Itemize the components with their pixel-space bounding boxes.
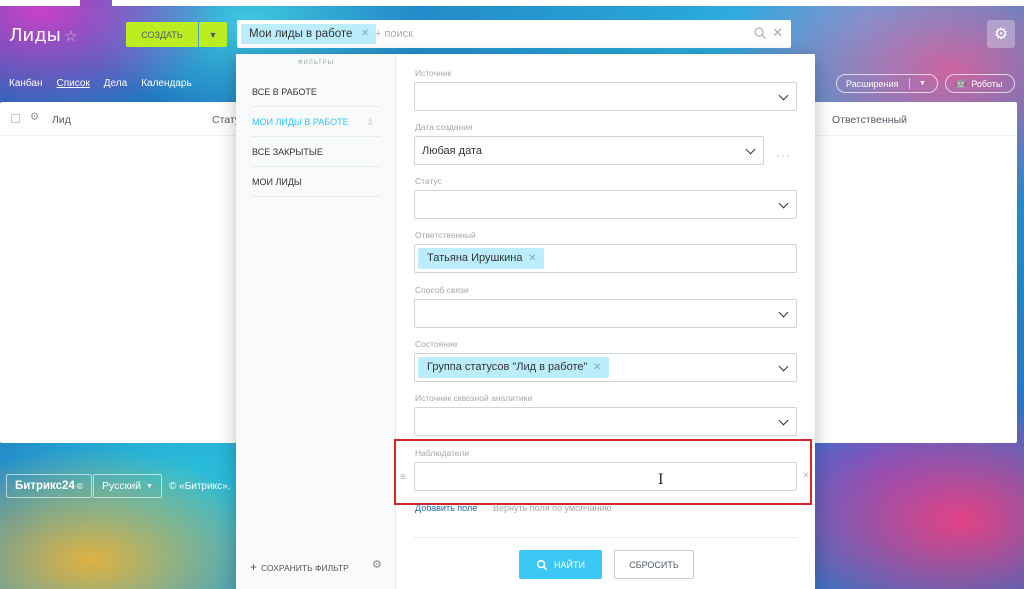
chevron-down-icon [778,415,789,426]
save-filter-label: СОХРАНИТЬ ФИЛЬТР [261,563,349,573]
contact-method-label: Способ связи [415,285,469,295]
close-icon[interactable]: ✕ [593,357,601,378]
language-selector[interactable]: Русский ▼ [93,474,162,498]
robots-label: Роботы [971,78,1003,89]
column-responsible[interactable]: Ответственный [832,114,907,126]
search-input[interactable]: + поиск [375,28,413,40]
gear-icon: ⚙ [993,26,1009,43]
search-icon [536,559,548,570]
source-label: Источник [415,68,452,78]
analytics-source-label: Источник сквозной аналитики [415,393,533,403]
tab-list[interactable]: Список [57,78,90,89]
save-filter-button[interactable]: + СОХРАНИТЬ ФИЛЬТР [250,560,349,574]
preset-all-closed[interactable]: ВСЕ ЗАКРЫТЫЕ [252,137,380,167]
copyright-text: © «Битрикс», [169,481,231,492]
state-label: Состояние [415,339,458,349]
contact-method-select[interactable] [414,299,797,328]
preset-label: МОИ ЛИДЫ В РАБОТЕ [252,117,349,127]
close-icon[interactable]: ✕ [528,248,536,269]
tab-calendar[interactable]: Календарь [141,78,191,89]
filter-search-bar[interactable]: Мои лиды в работе ✕ + поиск ✕ [237,20,791,48]
top-strip [0,0,1024,6]
find-label: НАЙТИ [554,559,585,570]
tab-kanban[interactable]: Канбан [9,78,43,89]
created-date-label: Дата создания [415,122,473,132]
preset-label: ВСЕ ЗАКРЫТЫЕ [252,147,323,157]
more-options-icon[interactable]: ··· [776,148,791,162]
created-date-select[interactable]: Любая дата [414,136,764,165]
created-date-value: Любая дата [422,145,482,157]
chevron-down-icon: ▼ [145,482,153,490]
active-filter-chip[interactable]: Мои лиды в работе ✕ [241,24,377,44]
state-select[interactable]: Группа статусов "Лид в работе" ✕ [414,353,797,382]
gear-icon[interactable]: ⚙ [372,558,382,571]
preset-my-leads[interactable]: МОИ ЛИДЫ [252,167,380,197]
extensions-label: Расширения [846,78,899,89]
plus-icon: + [250,560,258,574]
create-dropdown-button[interactable]: ▼ [199,22,227,47]
filter-popup: ФИЛЬТРЫ ВСЕ В РАБОТЕ МОИ ЛИДЫ В РАБОТЕ ⇩… [236,54,815,589]
active-filter-label: Мои лиды в работе [249,28,353,40]
status-label: Статус [415,176,442,186]
responsible-tag[interactable]: Татьяна Ирушкина ✕ [418,248,545,269]
robots-button[interactable]: 🤖 Роботы [945,74,1015,93]
responsible-tag-label: Татьяна Ирушкина [427,252,523,264]
state-tag-label: Группа статусов "Лид в работе" [427,361,588,373]
search-icon[interactable] [753,26,767,40]
responsible-label: Ответственный [415,230,476,240]
chevron-down-icon: ▼ [919,80,926,87]
preset-all-in-work[interactable]: ВСЕ В РАБОТЕ [252,77,380,107]
settings-gear-button[interactable]: ⚙ [987,20,1015,48]
chevron-down-icon [778,90,789,101]
pin-icon[interactable]: ⇩ [366,107,374,137]
divider [414,537,797,538]
drag-handle-icon[interactable]: ≡ [400,472,406,483]
observers-field[interactable] [414,462,797,491]
find-button[interactable]: НАЙТИ [519,550,602,579]
robot-icon: 🤖 [955,78,967,88]
filter-presets-panel: ФИЛЬТРЫ ВСЕ В РАБОТЕ МОИ ЛИДЫ В РАБОТЕ ⇩… [236,54,396,589]
star-icon[interactable]: ☆ [64,27,77,45]
chevron-down-icon [745,144,756,155]
tab-activities[interactable]: Дела [104,78,127,89]
preset-label: МОИ ЛИДЫ [252,177,302,187]
bitrix24-logo-button[interactable]: Битрикс24 © [6,474,92,498]
preset-my-leads-in-work[interactable]: МОИ ЛИДЫ В РАБОТЕ ⇩ [252,107,380,137]
column-lead[interactable]: Лид [52,114,71,126]
presets-title: ФИЛЬТРЫ [297,60,335,66]
create-button[interactable]: СОЗДАТЬ [126,22,198,47]
select-all-checkbox[interactable] [11,114,20,123]
reset-button[interactable]: СБРОСИТЬ [614,550,694,579]
add-field-link[interactable]: Добавить поле [415,503,477,513]
close-icon[interactable]: ✕ [361,24,369,44]
clear-search-icon[interactable]: ✕ [772,25,783,41]
chevron-down-icon: ▼ [208,29,218,40]
bitrix24-logo: Битрикс24 [15,480,75,492]
remove-field-icon[interactable]: ✕ [802,470,810,481]
language-label: Русский [102,480,141,492]
chevron-down-icon [778,361,789,372]
text-cursor-icon: I [658,472,664,488]
preset-label: ВСЕ В РАБОТЕ [252,87,317,97]
gear-icon[interactable]: ⚙ [30,111,39,123]
chevron-down-icon [778,307,789,318]
restore-fields-link[interactable]: Вернуть поля по умолчанию [493,503,611,513]
page-title: Лиды [9,25,61,46]
status-select[interactable] [414,190,797,219]
view-tabs: Канбан Список Дела Календарь [9,78,192,89]
analytics-source-select[interactable] [414,407,797,436]
extensions-button[interactable]: Расширения ▼ [836,74,938,93]
source-select[interactable] [414,82,797,111]
chevron-down-icon [778,198,789,209]
state-tag[interactable]: Группа статусов "Лид в работе" ✕ [418,357,610,378]
observers-label: Наблюдатели [415,448,469,458]
responsible-field[interactable]: Татьяна Ирушкина ✕ [414,244,797,273]
